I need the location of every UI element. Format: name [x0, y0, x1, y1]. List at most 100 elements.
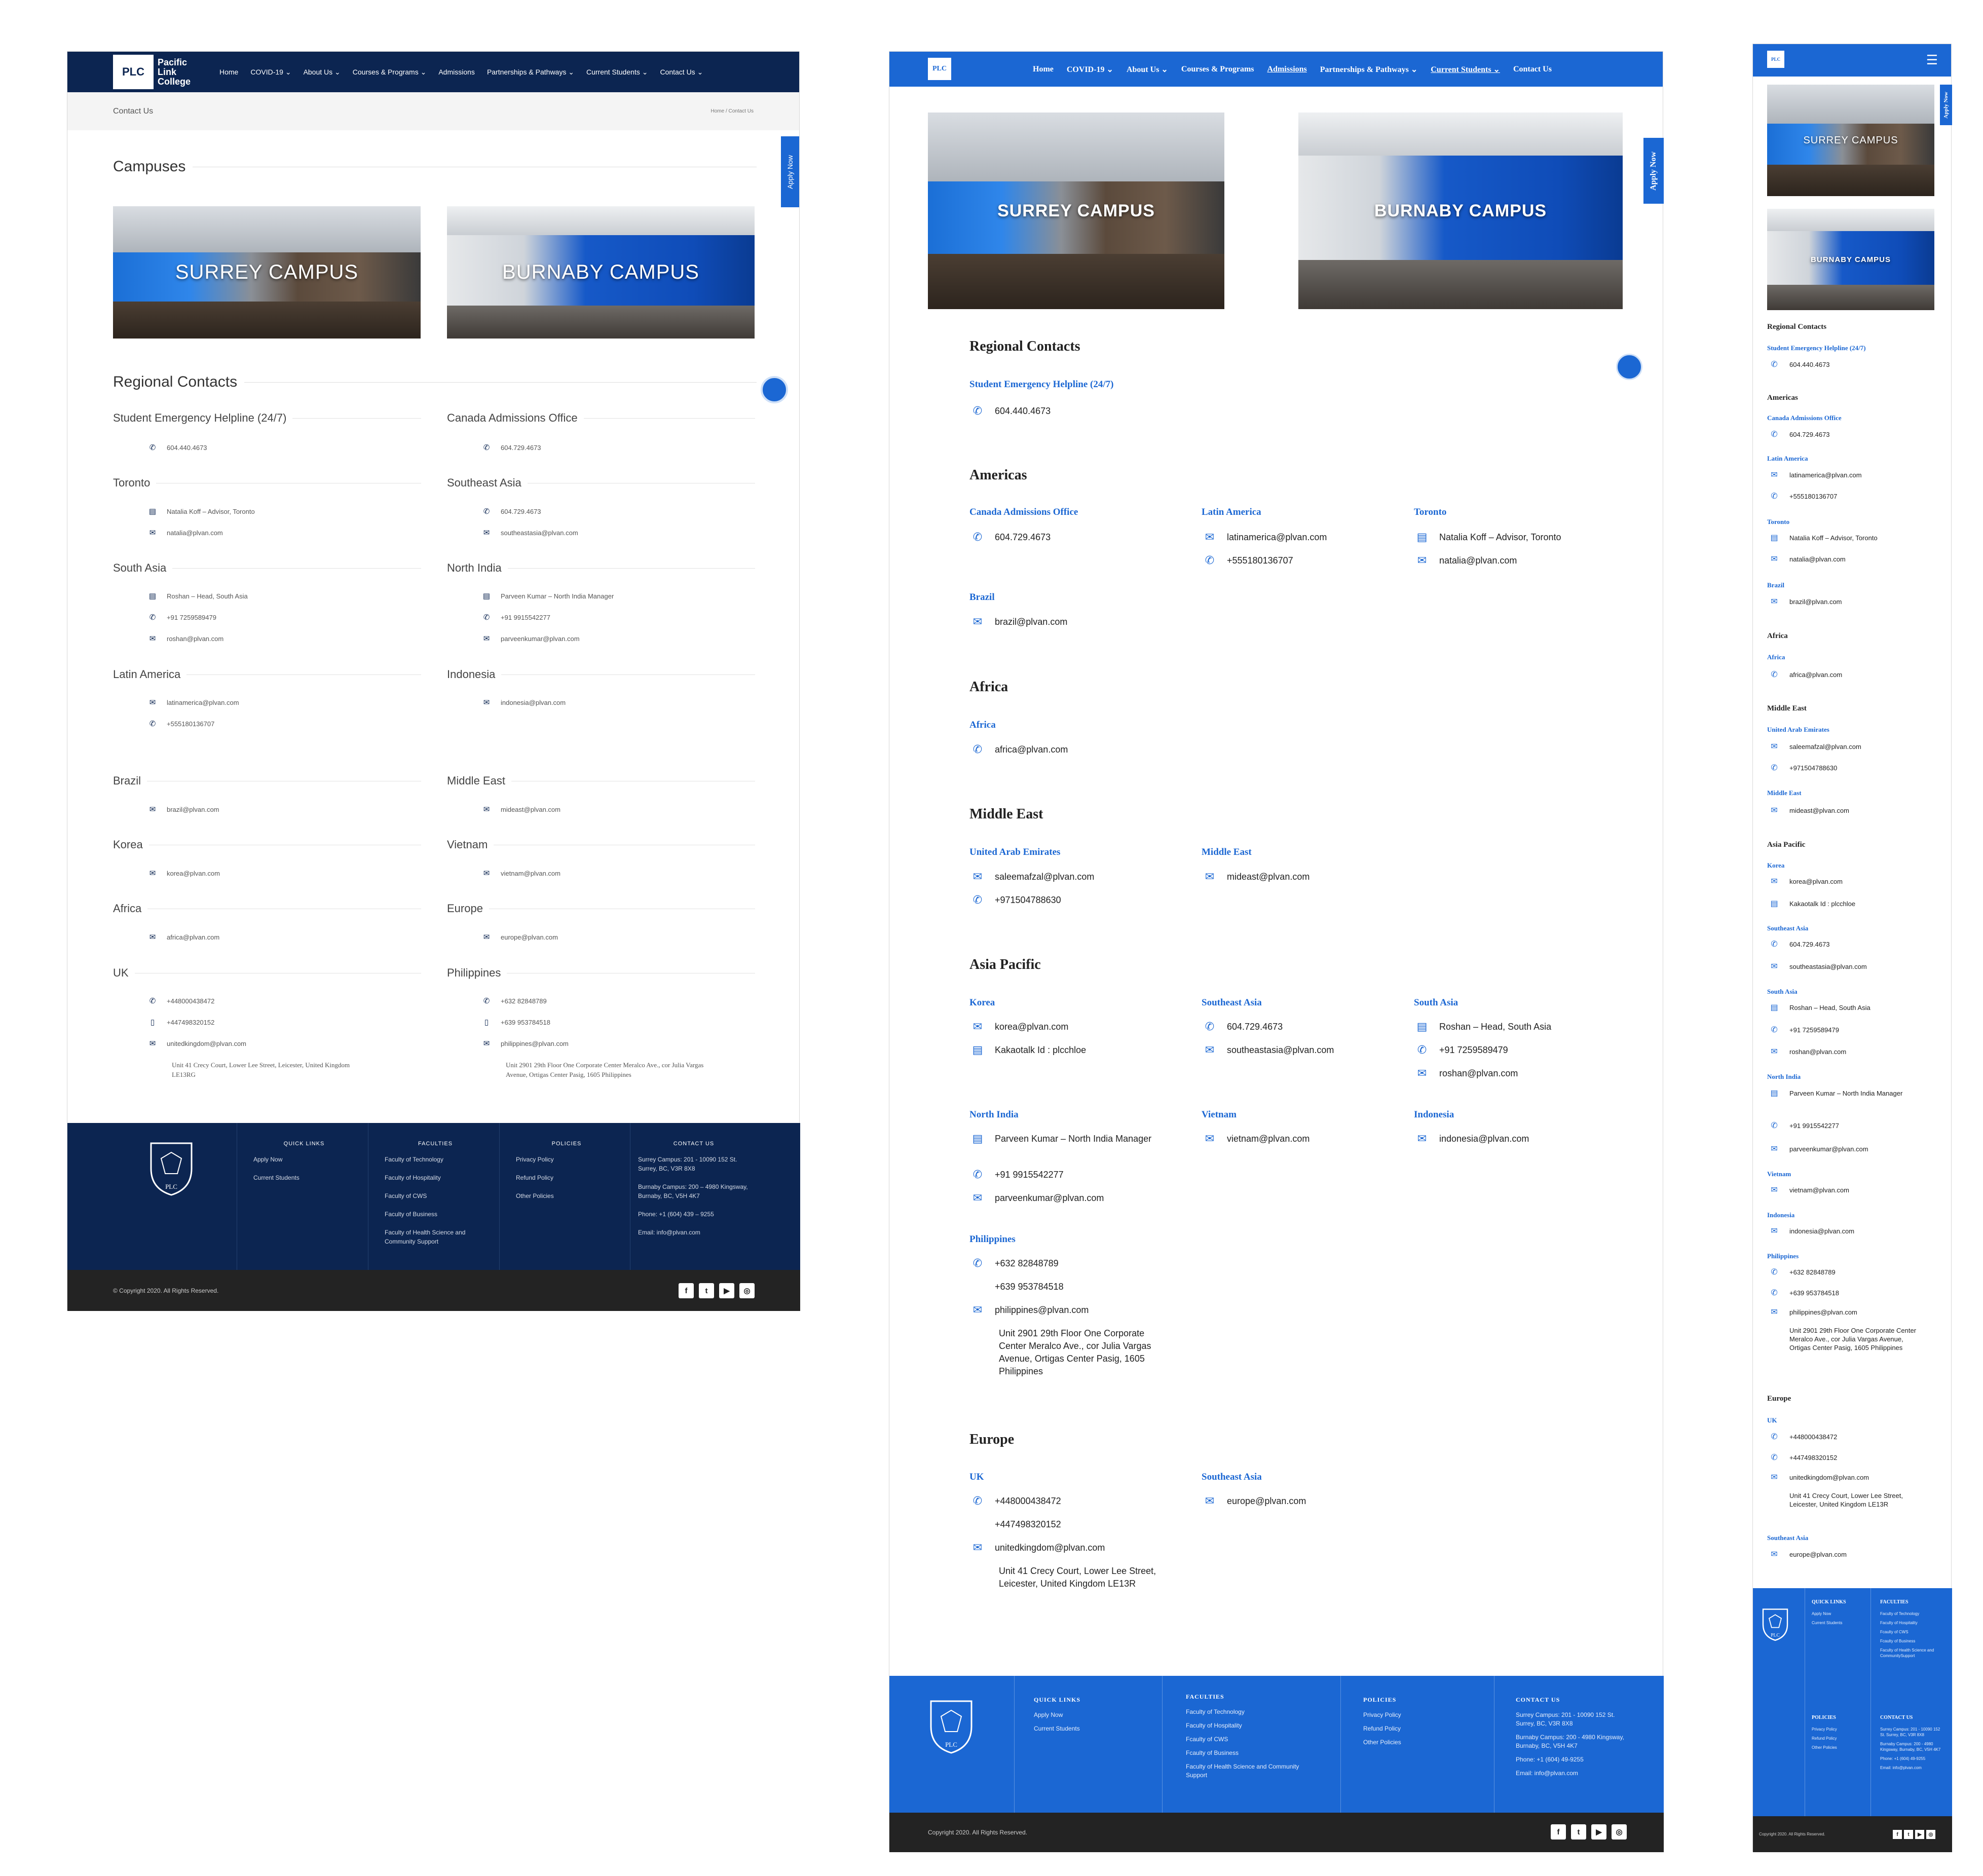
- uk-phone[interactable]: ✆ +448000438472: [969, 1495, 1182, 1507]
- footer-link[interactable]: Faculty of Hospitality: [1186, 1721, 1307, 1730]
- uae-email[interactable]: ✉ saleemafzal@plvan.com: [1767, 742, 1929, 751]
- brazil-email[interactable]: ✉ brazil@plvan.com: [1767, 597, 1929, 606]
- seasia-email[interactable]: ✉ southeastasia@plvan.com: [1202, 1044, 1414, 1056]
- hamburger-menu-icon[interactable]: ☰: [1926, 53, 1938, 66]
- korea-email[interactable]: ✉ korea@plvan.com: [147, 869, 220, 878]
- nav-item-contact[interactable]: Contact Us: [1507, 65, 1558, 74]
- korea-email[interactable]: ✉ korea@plvan.com: [1767, 877, 1929, 886]
- africa-email[interactable]: ✆ africa@plvan.com: [1767, 670, 1929, 679]
- nav-item-partnerships[interactable]: Partnerships & Pathways ⌄: [1314, 64, 1425, 74]
- footer-link[interactable]: Apply Now: [1034, 1711, 1145, 1719]
- nav-item-partnerships[interactable]: Partnerships & Pathways ⌄: [481, 68, 580, 77]
- eu-email[interactable]: ✉ europe@plvan.com: [1767, 1550, 1929, 1559]
- latam-email[interactable]: ✉ latinamerica@plvan.com: [147, 698, 239, 707]
- chat-bubble-icon[interactable]: [1616, 354, 1642, 380]
- footer-link[interactable]: Faculty of Business: [385, 1210, 486, 1219]
- mideast-email[interactable]: ✉ mideast@plvan.com: [1767, 806, 1929, 815]
- footer-link[interactable]: Refund Policy: [516, 1173, 617, 1182]
- brazil-email[interactable]: ✉ brazil@plvan.com: [969, 616, 1182, 628]
- uk-mobile[interactable]: ▯ +447498320152: [147, 1018, 215, 1027]
- helpline-phone[interactable]: ✆ 604.440.4673: [969, 405, 1182, 417]
- korea-email[interactable]: ✉ korea@plvan.com: [969, 1021, 1182, 1033]
- logo[interactable]: PLC: [928, 58, 951, 80]
- nav-item-current-students[interactable]: Current Students ⌄: [1424, 64, 1507, 74]
- toronto-email[interactable]: ✉ natalia@plvan.com: [147, 528, 223, 537]
- nav-item-covid[interactable]: COVID-19 ⌄: [244, 68, 297, 77]
- surrey-campus-card[interactable]: SURREY CAMPUS: [928, 112, 1224, 309]
- twitter-icon[interactable]: t: [1904, 1830, 1913, 1839]
- uk-email[interactable]: ✉ unitedkingdom@plvan.com: [147, 1039, 246, 1048]
- footer-link[interactable]: Faculty of Technology: [1880, 1611, 1936, 1617]
- footer-link[interactable]: Fcaulty of Business: [1186, 1749, 1307, 1757]
- northindia-phone[interactable]: ✆ +91 9915542277: [481, 613, 550, 622]
- canada-phone[interactable]: ✆ 604.729.4673: [481, 443, 541, 452]
- nav-item-current-students[interactable]: Current Students ⌄: [580, 68, 654, 77]
- southasia-email[interactable]: ✉ roshan@plvan.com: [147, 634, 224, 643]
- seasia-phone[interactable]: ✆ 604.729.4673: [481, 507, 541, 516]
- footer-link[interactable]: Apply Now: [1812, 1611, 1867, 1617]
- brazil-email[interactable]: ✉ brazil@plvan.com: [147, 805, 219, 814]
- twitter-icon[interactable]: t: [1571, 1824, 1586, 1840]
- nav-item-admissions[interactable]: Admissions: [1261, 65, 1314, 74]
- footer-phone[interactable]: Phone: +1 (604) 49-9255: [1880, 1756, 1941, 1761]
- facebook-icon[interactable]: f: [679, 1283, 694, 1298]
- northindia-phone[interactable]: ✆ +91 9915542277: [969, 1169, 1182, 1181]
- logo[interactable]: PLC: [1767, 51, 1784, 68]
- southasia-email[interactable]: ✉ roshan@plvan.com: [1767, 1047, 1929, 1056]
- vietnam-email[interactable]: ✉ vietnam@plvan.com: [1202, 1133, 1414, 1145]
- canada-phone[interactable]: ✆ 604.729.4673: [969, 531, 1182, 543]
- footer-link[interactable]: Faculty of Technology: [1186, 1708, 1307, 1716]
- footer-link[interactable]: Fcaulty of CWS: [1186, 1735, 1307, 1744]
- footer-link[interactable]: Fcaulty of CWS: [1880, 1629, 1936, 1635]
- instagram-icon[interactable]: ◎: [1926, 1830, 1935, 1839]
- logo-name[interactable]: Pacific Link College: [158, 57, 203, 87]
- nav-item-home[interactable]: Home: [1026, 65, 1060, 74]
- southasia-phone[interactable]: ✆ +91 7259589479: [1414, 1044, 1627, 1056]
- latam-email[interactable]: ✉ latinamerica@plvan.com: [1202, 531, 1414, 543]
- toronto-email[interactable]: ✉ natalia@plvan.com: [1767, 555, 1929, 564]
- vietnam-email[interactable]: ✉ vietnam@plvan.com: [481, 869, 560, 878]
- vietnam-email[interactable]: ✉ vietnam@plvan.com: [1767, 1186, 1929, 1194]
- facebook-icon[interactable]: f: [1551, 1824, 1566, 1840]
- footer-phone[interactable]: Phone: +1 (604) 49-9255: [1516, 1755, 1632, 1764]
- footer-link[interactable]: Current Students: [253, 1173, 355, 1182]
- burnaby-campus-card[interactable]: BURNABY CAMPUS: [1298, 112, 1623, 309]
- uk-mobile[interactable]: +447498320152: [969, 1518, 1182, 1530]
- indonesia-email[interactable]: ✉ indonesia@plvan.com: [481, 698, 566, 707]
- footer-link[interactable]: Faculty of CWS: [385, 1191, 486, 1200]
- surrey-campus-card[interactable]: SURREY CAMPUS: [113, 206, 421, 339]
- instagram-icon[interactable]: ◎: [1612, 1824, 1627, 1840]
- footer-link[interactable]: Other Policies: [516, 1191, 617, 1200]
- mideast-email[interactable]: ✉ mideast@plvan.com: [481, 805, 560, 814]
- nav-item-courses[interactable]: Courses & Programs: [1175, 65, 1261, 74]
- twitter-icon[interactable]: t: [699, 1283, 714, 1298]
- breadcrumb[interactable]: Home / Contact Us: [711, 108, 754, 114]
- northindia-email[interactable]: ✉ parveenkumar@plvan.com: [969, 1192, 1182, 1204]
- footer-link[interactable]: Faculty of Health Science and Community …: [1186, 1762, 1307, 1780]
- uk-phone[interactable]: ✆ +448000438472: [1767, 1433, 1929, 1441]
- uk-email[interactable]: ✉ unitedkingdom@plvan.com: [1767, 1473, 1929, 1482]
- philippines-phone[interactable]: ✆ +632 82848789: [481, 996, 547, 1005]
- footer-link[interactable]: Privacy Policy: [516, 1155, 617, 1164]
- apply-now-tab[interactable]: Apply Now: [1940, 85, 1952, 125]
- footer-link[interactable]: Faculty of Technology: [385, 1155, 486, 1164]
- surrey-campus-card[interactable]: SURREY CAMPUS: [1767, 85, 1934, 196]
- philippines-email[interactable]: ✉ philippines@plvan.com: [969, 1304, 1182, 1316]
- footer-link[interactable]: Refund Policy: [1812, 1736, 1867, 1741]
- logo[interactable]: PLC: [113, 55, 154, 89]
- uk-mobile[interactable]: ✆ +447498320152: [1767, 1453, 1929, 1462]
- footer-link[interactable]: Fcaulty of Business: [1880, 1638, 1936, 1644]
- footer-link[interactable]: Faculty of Health Science and CommunityS…: [1880, 1647, 1936, 1659]
- footer-link[interactable]: Faculty of Hospitality: [1880, 1620, 1936, 1626]
- uk-email[interactable]: ✉ unitedkingdom@plvan.com: [969, 1542, 1182, 1554]
- footer-link[interactable]: Other Policies: [1812, 1745, 1867, 1750]
- footer-link[interactable]: Other Policies: [1363, 1738, 1475, 1747]
- nav-item-about[interactable]: About Us ⌄: [1120, 64, 1175, 74]
- apply-now-tab[interactable]: Apply Now: [1643, 138, 1664, 204]
- uk-phone[interactable]: ✆ +448000438472: [147, 996, 215, 1005]
- burnaby-campus-card[interactable]: BURNABY CAMPUS: [1767, 209, 1934, 310]
- seasia-email[interactable]: ✉ southeastasia@plvan.com: [481, 528, 578, 537]
- seasia-phone[interactable]: ✆ 604.729.4673: [1202, 1021, 1414, 1033]
- africa-email[interactable]: ✉ africa@plvan.com: [147, 932, 220, 942]
- footer-email[interactable]: Email: info@plvan.com: [638, 1228, 750, 1237]
